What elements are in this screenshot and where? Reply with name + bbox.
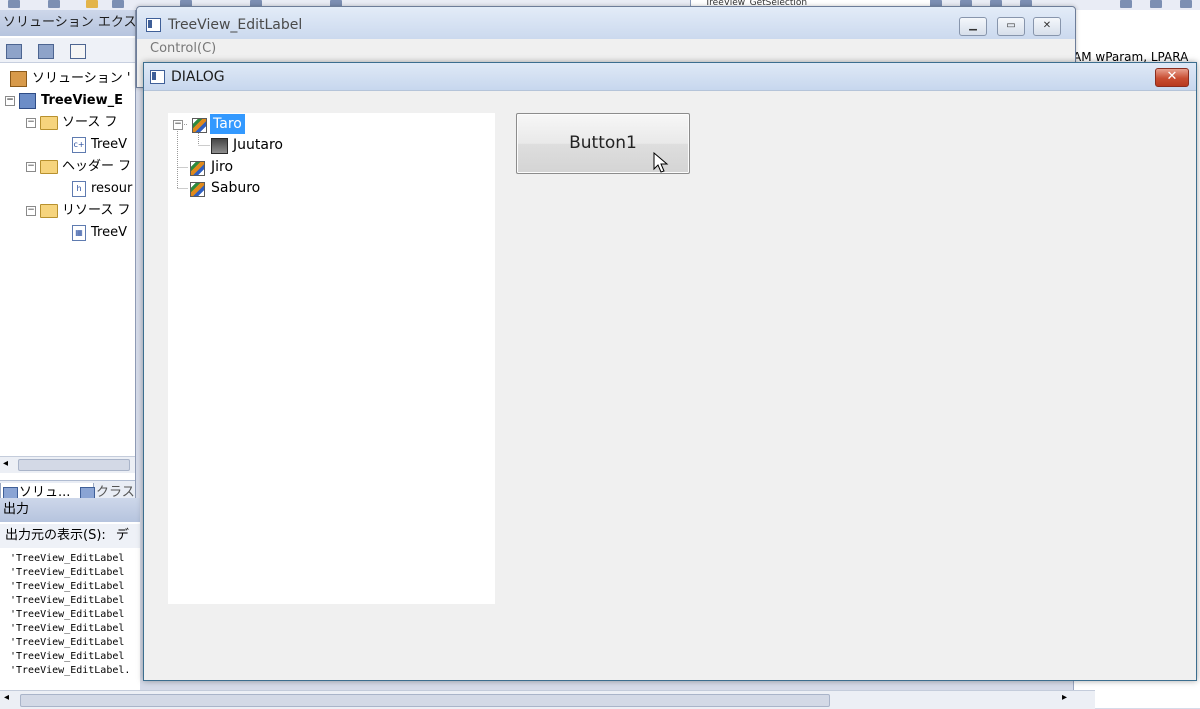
resource-folder-node[interactable]: − リソース フ	[26, 201, 130, 221]
toolbar-icon-f[interactable]	[1150, 0, 1162, 8]
log-line: 'TreeView_EditLabel.	[10, 665, 131, 676]
output-source-label: 出力元の表示(S):	[5, 528, 106, 543]
solution-node[interactable]: ソリューション '	[10, 69, 130, 89]
log-line: 'TreeView_EditLabel	[10, 609, 125, 620]
solution-hscrollbar[interactable]: ◂	[0, 456, 135, 473]
dialog-title: DIALOG	[171, 69, 225, 85]
new-file-icon[interactable]	[8, 0, 20, 8]
scroll-left-icon[interactable]: ◂	[4, 692, 9, 703]
toolbar-icon-g[interactable]	[1180, 0, 1192, 8]
collapse-icon[interactable]: −	[5, 95, 15, 106]
collapse-icon[interactable]: −	[26, 161, 36, 172]
header-folder-node[interactable]: − ヘッダー フ	[26, 157, 131, 177]
log-line: 'TreeView_EditLabel	[10, 553, 125, 564]
output-source-row: 出力元の表示(S): デ	[0, 524, 140, 548]
resource-file-node[interactable]: ▦ TreeV	[72, 223, 127, 243]
output-panel: 出力 出力元の表示(S): デ 'TreeView_EditLabel 'Tre…	[0, 498, 140, 708]
editor-hscrollbar[interactable]: ◂ ▸	[0, 690, 1095, 709]
mouse-cursor-icon	[653, 152, 669, 173]
header-file-icon: h	[72, 180, 86, 197]
solution-explorer-panel: ソリューション エクス ソリューション ' − TreeView_E − ソース フ…	[0, 10, 136, 498]
dialog-app-icon	[150, 70, 165, 84]
source-file-label: TreeV	[91, 137, 127, 152]
resource-file-label: TreeV	[91, 225, 127, 240]
dialog-close-button[interactable]: ✕	[1155, 68, 1189, 87]
header-file-label: resour	[91, 181, 133, 196]
maximize-button[interactable]: ▭	[997, 17, 1025, 36]
class-tab-icon	[80, 487, 95, 498]
resource-file-icon: ▦	[72, 224, 86, 241]
open-folder-icon[interactable]	[86, 0, 98, 8]
output-source-select[interactable]: デ	[116, 528, 129, 543]
header-folder-label: ヘッダー フ	[62, 159, 132, 174]
solution-explorer-title: ソリューション エクス	[0, 10, 135, 36]
scroll-right-icon[interactable]: ▸	[1062, 692, 1067, 703]
pencil-icon	[192, 118, 207, 133]
dialog-window: DIALOG ✕ − Taro Juutaro Jiro Saburo Butt…	[143, 62, 1197, 681]
add-item-icon[interactable]	[48, 0, 60, 8]
log-line: 'TreeView_EditLabel	[10, 581, 125, 592]
project-icon	[19, 92, 36, 109]
show-all-files-icon[interactable]	[38, 44, 54, 59]
window-app-icon	[146, 18, 161, 32]
panel-tabs: ソリュ... クラス	[0, 480, 135, 498]
tab-label: クラス	[96, 485, 135, 498]
collapse-icon[interactable]: −	[26, 205, 36, 216]
pencil-icon	[190, 161, 205, 176]
scroll-left-icon[interactable]: ◂	[3, 458, 8, 469]
save-icon[interactable]	[112, 0, 124, 8]
collapse-toggle-icon[interactable]: −	[173, 120, 183, 130]
log-line: 'TreeView_EditLabel	[10, 623, 125, 634]
solution-icon	[10, 70, 27, 87]
solution-explorer-toolbar	[0, 38, 135, 63]
project-node[interactable]: − TreeView_E	[5, 91, 123, 111]
scroll-thumb[interactable]	[18, 459, 130, 471]
source-folder-label: ソース フ	[62, 115, 118, 130]
tree-item-label: Taro	[210, 114, 245, 134]
folder-icon	[40, 115, 58, 130]
photo-icon	[211, 138, 228, 154]
collapse-icon[interactable]: −	[26, 117, 36, 128]
main-window-titlebar[interactable]: TreeView_EditLabel ▁ ▭ ✕	[137, 7, 1075, 39]
scroll-thumb[interactable]	[20, 694, 830, 707]
tree-item-label: Juutaro	[233, 137, 283, 153]
menu-item-control[interactable]: Control(C)	[150, 41, 216, 56]
log-line: 'TreeView_EditLabel	[10, 567, 125, 578]
properties-icon[interactable]	[6, 44, 22, 59]
dialog-titlebar[interactable]: DIALOG ✕	[144, 63, 1196, 91]
minimize-button[interactable]: ▁	[959, 17, 987, 36]
source-folder-node[interactable]: − ソース フ	[26, 113, 117, 133]
folder-icon	[40, 159, 58, 174]
pencil-icon	[190, 182, 205, 197]
output-log: 'TreeView_EditLabel 'TreeView_EditLabel …	[10, 552, 140, 678]
header-file-node[interactable]: h resour	[72, 179, 132, 199]
solution-label: ソリューション '	[32, 71, 131, 86]
folder-icon	[40, 203, 58, 218]
resource-folder-label: リソース フ	[62, 203, 131, 218]
close-button[interactable]: ✕	[1033, 17, 1061, 36]
cpp-file-icon: c+	[72, 136, 86, 153]
main-window-title: TreeView_EditLabel	[168, 17, 303, 33]
project-label: TreeView_E	[41, 93, 123, 108]
tree-item-label: Saburo	[211, 180, 261, 196]
tab-label: ソリュ...	[19, 485, 71, 498]
source-file-node[interactable]: c+ TreeV	[72, 135, 127, 155]
log-line: 'TreeView_EditLabel	[10, 595, 125, 606]
solution-tab-icon	[3, 487, 18, 498]
tree-item-label: Jiro	[211, 159, 234, 175]
tree-view[interactable]: − Taro Juutaro Jiro Saburo	[168, 113, 495, 604]
main-menu-bar: Control(C)	[137, 39, 1075, 59]
refresh-icon[interactable]	[70, 44, 86, 59]
tab-class-view[interactable]: クラス	[78, 483, 135, 498]
log-line: 'TreeView_EditLabel	[10, 651, 125, 662]
log-line: 'TreeView_EditLabel	[10, 637, 125, 648]
toolbar-icon-e[interactable]	[1120, 0, 1132, 8]
output-title: 出力	[0, 498, 140, 522]
